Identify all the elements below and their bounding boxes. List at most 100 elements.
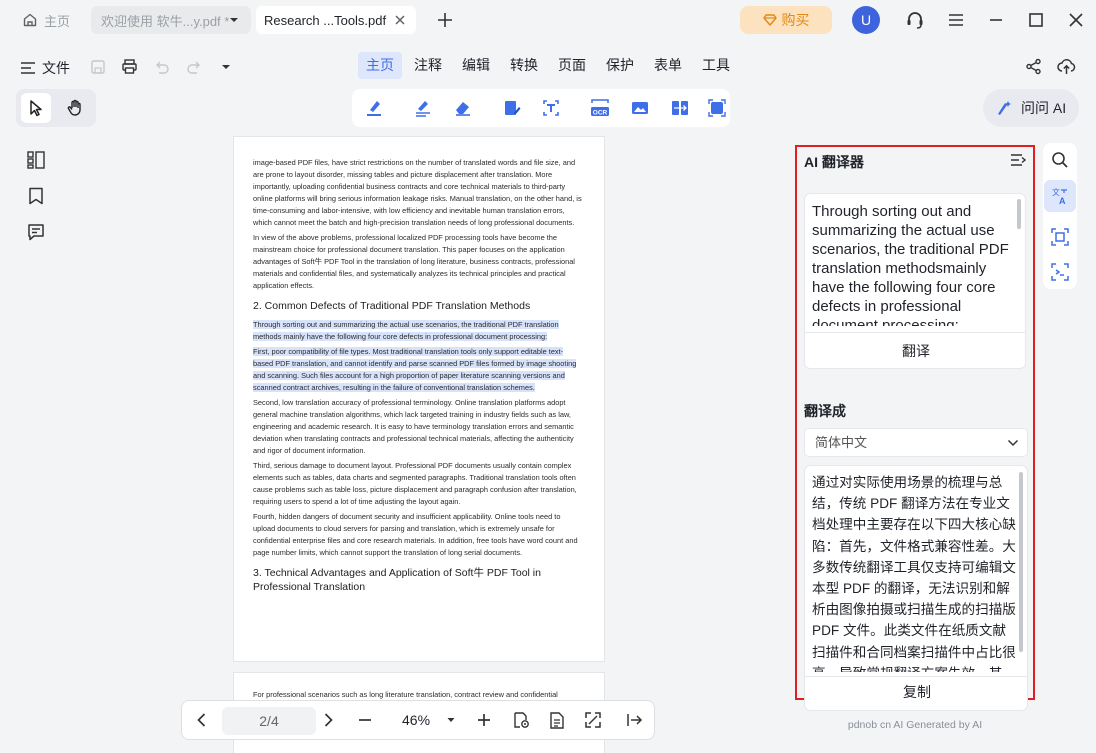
tab-tools[interactable]: 工具 bbox=[694, 52, 738, 79]
page-icon[interactable] bbox=[548, 711, 566, 730]
tab-convert[interactable]: 转换 bbox=[502, 52, 546, 79]
output-scrollbar[interactable] bbox=[1019, 472, 1023, 652]
tab-form[interactable]: 表单 bbox=[646, 52, 690, 79]
undo-icon[interactable] bbox=[154, 59, 170, 75]
paragraph: In view of the above problems, professio… bbox=[253, 233, 575, 290]
zoom-out-icon[interactable] bbox=[357, 712, 373, 728]
crop-icon[interactable] bbox=[1051, 228, 1069, 246]
print-icon[interactable] bbox=[121, 58, 138, 75]
cursor-tool-group bbox=[16, 89, 96, 127]
paragraph: Third, serious damage to document layout… bbox=[253, 461, 577, 506]
save-icon[interactable] bbox=[90, 59, 106, 75]
file-menu-label: 文件 bbox=[42, 60, 70, 76]
translate-to-label: 翻译成 bbox=[804, 403, 846, 419]
select-tool-button[interactable] bbox=[21, 93, 51, 123]
target-language-value: 简体中文 bbox=[815, 435, 868, 450]
plus-icon[interactable] bbox=[436, 11, 454, 29]
user-avatar[interactable]: U bbox=[852, 6, 880, 34]
thumbnails-icon[interactable] bbox=[27, 151, 45, 169]
eraser-icon bbox=[453, 98, 473, 118]
fit-screen-icon[interactable] bbox=[584, 711, 602, 729]
tab-dropdown-icon[interactable] bbox=[228, 14, 240, 26]
diamond-icon bbox=[762, 13, 777, 27]
highlight-icon bbox=[364, 98, 384, 118]
translation-output[interactable]: 通过对实际使用场景的梳理与总结，传统 PDF 翻译方法在专业文档处理中主要存在以… bbox=[812, 472, 1018, 672]
buy-button[interactable]: 购买 bbox=[740, 6, 832, 34]
ask-ai-button[interactable]: 问问 AI bbox=[983, 89, 1079, 127]
source-text[interactable]: Through sorting out and summarizing the … bbox=[812, 202, 1012, 326]
copy-button[interactable]: 复制 bbox=[805, 676, 1027, 710]
file-menu[interactable]: 文件 bbox=[20, 58, 70, 78]
ai-translator-panel: AI 翻译器 Through sorting out and summarizi… bbox=[795, 145, 1035, 711]
select-arrow-icon bbox=[27, 99, 45, 117]
ai-footer-note: pdnob cn AI Generated by AI bbox=[847, 719, 983, 731]
compare-icon bbox=[670, 98, 690, 118]
pdf-page: image-based PDF files, have strict restr… bbox=[233, 136, 605, 662]
tab-protect[interactable]: 保护 bbox=[598, 52, 642, 79]
redo-icon[interactable] bbox=[186, 59, 202, 75]
edit-pdf-button[interactable] bbox=[497, 93, 527, 123]
window-close-icon[interactable] bbox=[1068, 12, 1084, 28]
text-recognize-icon bbox=[541, 98, 561, 118]
ai-sparkle-icon bbox=[995, 99, 1013, 117]
menu-icon bbox=[20, 61, 36, 75]
page-indicator-input[interactable]: 2/4 bbox=[222, 707, 316, 735]
tab-home[interactable]: 主页 bbox=[358, 52, 402, 79]
section-heading: 3. Technical Advantages and Application … bbox=[253, 567, 541, 593]
collapse-panel-icon[interactable] bbox=[1010, 152, 1026, 168]
image-button[interactable] bbox=[625, 93, 655, 123]
page-content: image-based PDF files, have strict restr… bbox=[253, 157, 583, 600]
view-mode-icon[interactable] bbox=[512, 711, 531, 730]
bookmark-icon[interactable] bbox=[28, 187, 44, 205]
search-icon[interactable] bbox=[1051, 151, 1069, 169]
document-tab-research[interactable]: Research ...Tools.pdf bbox=[256, 6, 416, 34]
underline-button[interactable] bbox=[408, 93, 438, 123]
hand-icon bbox=[66, 99, 84, 117]
translate-tool-button[interactable]: 文A bbox=[1044, 180, 1076, 212]
translate-icon: 文A bbox=[1051, 187, 1069, 205]
tab-edit[interactable]: 编辑 bbox=[454, 52, 498, 79]
compare-button[interactable] bbox=[665, 93, 695, 123]
translate-button[interactable]: 翻译 bbox=[805, 332, 1025, 368]
page-navigation-bar: 2/4 46% bbox=[181, 700, 655, 740]
source-scrollbar[interactable] bbox=[1017, 199, 1021, 229]
svg-text:A: A bbox=[1059, 196, 1066, 205]
screen-ocr-icon[interactable] bbox=[1051, 263, 1069, 281]
section-heading: 2. Common Defects of Traditional PDF Tra… bbox=[253, 300, 531, 312]
hand-tool-button[interactable] bbox=[60, 93, 90, 123]
home-tab[interactable]: 主页 bbox=[14, 6, 80, 34]
zoom-in-icon[interactable] bbox=[476, 712, 492, 728]
maximize-icon[interactable] bbox=[1028, 12, 1044, 28]
share-icon[interactable] bbox=[1025, 58, 1042, 75]
ocr-button[interactable]: OCR bbox=[585, 93, 615, 123]
highlighted-text[interactable]: Through sorting out and summarizing the … bbox=[253, 320, 559, 341]
prev-page-icon[interactable] bbox=[194, 712, 210, 728]
hamburger-icon[interactable] bbox=[947, 12, 965, 28]
image-icon bbox=[630, 98, 650, 118]
target-language-select[interactable]: 简体中文 bbox=[804, 428, 1028, 457]
paragraph: image-based PDF files, have strict restr… bbox=[253, 158, 582, 227]
zoom-dropdown-icon[interactable] bbox=[446, 715, 456, 725]
dropdown-icon[interactable] bbox=[220, 61, 232, 73]
home-icon bbox=[22, 12, 38, 28]
collapse-icon[interactable] bbox=[626, 711, 644, 729]
cloud-upload-icon[interactable] bbox=[1057, 57, 1076, 76]
screen-capture-button[interactable] bbox=[704, 93, 730, 123]
headset-icon[interactable] bbox=[905, 10, 925, 30]
zoom-level[interactable]: 46% bbox=[402, 712, 430, 728]
next-page-icon[interactable] bbox=[320, 712, 336, 728]
minimize-icon[interactable] bbox=[988, 12, 1004, 28]
close-icon[interactable] bbox=[392, 12, 408, 28]
ocr-icon: OCR bbox=[589, 98, 611, 118]
text-recognize-button[interactable] bbox=[536, 93, 566, 123]
tab-annotate[interactable]: 注释 bbox=[406, 52, 450, 79]
comment-icon[interactable] bbox=[27, 223, 45, 241]
panel-title: AI 翻译器 bbox=[804, 154, 864, 170]
highlight-button[interactable] bbox=[359, 93, 389, 123]
source-text-box[interactable]: Through sorting out and summarizing the … bbox=[804, 193, 1026, 369]
eraser-button[interactable] bbox=[448, 93, 478, 123]
document-tab-welcome[interactable]: 欢迎使用 软牛...y.pdf * bbox=[91, 6, 251, 34]
highlighted-text[interactable]: First, poor compatibility of file types.… bbox=[253, 347, 577, 392]
translation-output-box[interactable]: 通过对实际使用场景的梳理与总结，传统 PDF 翻译方法在专业文档处理中主要存在以… bbox=[804, 465, 1028, 711]
tab-page[interactable]: 页面 bbox=[550, 52, 594, 79]
